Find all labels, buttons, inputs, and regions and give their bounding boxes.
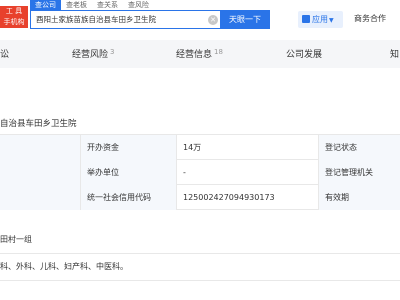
nav-label: 知 bbox=[390, 50, 400, 60]
apps-label: 应用 bbox=[312, 15, 328, 24]
nav-item-business-info[interactable]: 经营信息 18 bbox=[176, 47, 223, 60]
table-row: 举办单位 - 登记管理机关 bbox=[0, 160, 400, 185]
search-box[interactable]: 酉阳土家族苗族自治县车田乡卫生院 ✕ bbox=[30, 10, 220, 29]
value-credit-code[interactable]: 125002427094930173 bbox=[176, 185, 318, 210]
table-cell-blank bbox=[0, 160, 80, 185]
section-nav: 讼 经营风险 3 经营信息 18 公司发展 知 bbox=[0, 40, 400, 68]
company-name: 自治县车田乡卫生院 bbox=[0, 119, 77, 129]
header: 工 具 手机构 查公司 查老板 查关系 查风险 酉阳土家族苗族自治县车田乡卫生院… bbox=[0, 0, 400, 40]
table-row: 开办资金 14万 登记状态 bbox=[0, 135, 400, 160]
label-capital: 开办资金 bbox=[80, 135, 176, 160]
divider bbox=[0, 280, 400, 281]
value-capital: 14万 bbox=[176, 135, 318, 160]
apps-grid-icon bbox=[302, 15, 310, 23]
label-credit-code: 统一社会信用代码 bbox=[80, 185, 176, 210]
tab-company[interactable]: 查公司 bbox=[30, 0, 61, 10]
search-button[interactable]: 天眼一下 bbox=[220, 10, 270, 29]
label-sponsor: 举办单位 bbox=[80, 160, 176, 185]
search-tabs: 查公司 查老板 查关系 查风险 bbox=[30, 0, 154, 10]
table-cell-blank bbox=[0, 185, 80, 210]
address-text: 田村一组 bbox=[0, 235, 32, 244]
nav-label: 公司发展 bbox=[286, 50, 323, 60]
tab-relation[interactable]: 查关系 bbox=[92, 0, 123, 10]
nav-item-ip[interactable]: 知 bbox=[390, 47, 399, 60]
tab-boss[interactable]: 查老板 bbox=[61, 0, 92, 10]
nav-label: 经营信息 bbox=[176, 50, 213, 60]
table-row: 统一社会信用代码 125002427094930173 有效期 bbox=[0, 185, 400, 210]
table-cell-blank bbox=[0, 135, 80, 160]
business-scope-text: 科、外科、儿科、妇产科、中医科。 bbox=[0, 262, 128, 271]
clear-icon[interactable]: ✕ bbox=[208, 15, 218, 25]
label-reg-authority: 登记管理机关 bbox=[318, 160, 400, 185]
search-input[interactable]: 酉阳土家族苗族自治县车田乡卫生院 bbox=[36, 14, 206, 25]
page: 工 具 手机构 查公司 查老板 查关系 查风险 酉阳土家族苗族自治县车田乡卫生院… bbox=[0, 0, 400, 300]
nav-label: 讼 bbox=[0, 50, 10, 60]
tab-risk[interactable]: 查风险 bbox=[123, 0, 154, 10]
nav-label: 经营风险 bbox=[72, 50, 109, 60]
nav-item-development[interactable]: 公司发展 bbox=[286, 47, 322, 60]
logo[interactable]: 工 具 手机构 bbox=[0, 6, 28, 28]
apps-button[interactable]: 应用▼ bbox=[298, 11, 343, 28]
logo-line-1: 工 具 bbox=[5, 7, 23, 15]
chevron-down-icon: ▼ bbox=[329, 17, 334, 24]
nav-item-business-risk[interactable]: 经营风险 3 bbox=[72, 47, 114, 60]
divider bbox=[0, 253, 400, 254]
label-validity: 有效期 bbox=[318, 185, 400, 210]
business-cooperation-link[interactable]: 商务合作 bbox=[354, 13, 386, 24]
info-table: 开办资金 14万 登记状态 举办单位 - 登记管理机关 统一社会信用代码 125… bbox=[0, 134, 400, 210]
label-reg-status: 登记状态 bbox=[318, 135, 400, 160]
logo-line-2: 手机构 bbox=[3, 18, 25, 26]
value-sponsor: - bbox=[176, 160, 318, 185]
nav-item-litigation[interactable]: 讼 bbox=[0, 47, 9, 60]
nav-count: 18 bbox=[214, 48, 223, 56]
nav-count: 3 bbox=[110, 48, 115, 56]
